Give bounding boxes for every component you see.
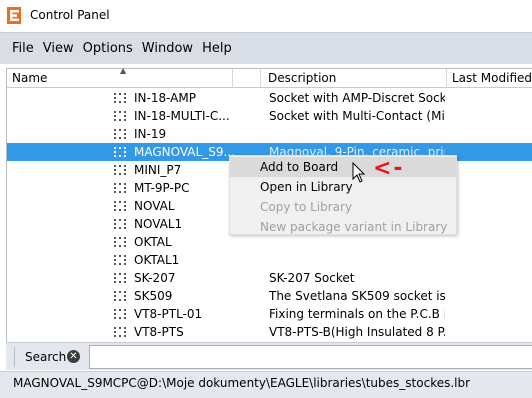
package-icon [114,93,126,103]
row-name: NOVAL1 [134,217,183,231]
table-row[interactable]: IN-18-MULTI-C... Socket with Multi-Contac… [7,107,532,125]
column-header-last-modified[interactable]: Last Modified [452,71,532,85]
context-menu: Add to Board Open in Library Copy to Lib… [229,155,457,235]
column-header-description[interactable]: Description [268,71,336,85]
window-title: Control Panel [30,8,110,22]
row-name: MINI_P7 [134,163,182,177]
row-name: IN-18-MULTI-C... [134,109,230,123]
package-icon [114,327,126,337]
context-new-package-variant: New package variant in Library [260,220,448,234]
status-text: MAGNOVAL_S9MCPC@D:\Moje dokumenty\EAGLE\… [13,376,471,390]
search-input[interactable] [89,345,532,369]
search-divider [14,347,15,367]
table-row[interactable]: SK509 The Svetlana SK509 socket is... [7,287,532,305]
package-icon [114,147,126,157]
clear-search-icon[interactable]: ✕ [67,350,80,363]
row-description: SK-207 Socket [269,271,355,285]
menu-options[interactable]: Options [83,41,133,56]
row-description: VT8-PTS-B(High Insulated 8 P... [269,325,445,339]
row-name: SK-207 [134,271,176,285]
eagle-logo-icon [7,7,21,24]
row-name: IN-19 [134,127,167,141]
sort-ascending-icon: ▲ [120,66,127,75]
package-icon [114,111,126,121]
package-icon [114,309,126,319]
table-row[interactable]: SK-207 SK-207 Socket [7,269,532,287]
package-icon [114,129,126,139]
column-divider[interactable] [260,69,261,88]
package-icon [114,291,126,301]
table-row[interactable]: IN-19 [7,125,532,143]
column-header-name[interactable]: Name [12,71,47,85]
menu-help[interactable]: Help [202,41,232,56]
package-icon [114,201,126,211]
context-copy-to-library: Copy to Library [260,200,353,214]
row-name: MT-9P-PC [134,181,190,195]
row-name: VT8-PTS [134,325,184,339]
mouse-cursor-icon [352,162,366,183]
package-icon [114,273,126,283]
annotation-arrow: <- [373,156,405,181]
search-label: Search [25,350,67,364]
context-open-in-library[interactable]: Open in Library [230,177,456,197]
row-name: NOVAL [134,199,175,213]
package-icon [114,165,126,175]
table-row[interactable]: VT8-PTL-01 Fixing terminals on the P.C.B … [7,305,532,323]
row-description: The Svetlana SK509 socket is... [269,289,445,303]
title-bar: Control Panel [0,0,532,32]
row-name: MAGNOVAL_S9... [134,145,235,159]
package-icon [114,183,126,193]
menu-window[interactable]: Window [142,41,193,56]
row-description: Socket with AMP-Discret Sock... [269,91,445,105]
package-icon [114,255,126,265]
row-name: OKTAL1 [134,253,180,267]
menu-bar: File View Options Window Help [0,32,532,64]
row-name: SK509 [134,289,173,303]
row-name: VT8-PTL-01 [134,307,203,321]
status-bar: MAGNOVAL_S9MCPC@D:\Moje dokumenty\EAGLE\… [0,371,532,398]
column-divider[interactable] [232,69,233,88]
search-bar: Search ✕ [6,342,532,370]
row-description: Socket with Multi-Contact (Mi... [269,109,445,123]
menu-view[interactable]: View [43,41,74,56]
row-name: IN-18-AMP [134,91,196,105]
row-description: Fixing terminals on the P.C.B i... [269,307,445,321]
table-row[interactable]: OKTAL1 [7,251,532,269]
context-add-to-board[interactable]: Add to Board [230,157,456,177]
package-icon [114,237,126,247]
package-icon [114,219,126,229]
table-row[interactable]: IN-18-AMP Socket with AMP-Discret Sock... [7,89,532,107]
menu-file[interactable]: File [12,41,34,56]
table-row[interactable]: VT8-PTS VT8-PTS-B(High Insulated 8 P... [7,323,532,341]
column-divider[interactable] [446,69,447,88]
table-header: ▲ Name Description Last Modified [6,66,532,88]
row-name: OKTAL [134,235,172,249]
